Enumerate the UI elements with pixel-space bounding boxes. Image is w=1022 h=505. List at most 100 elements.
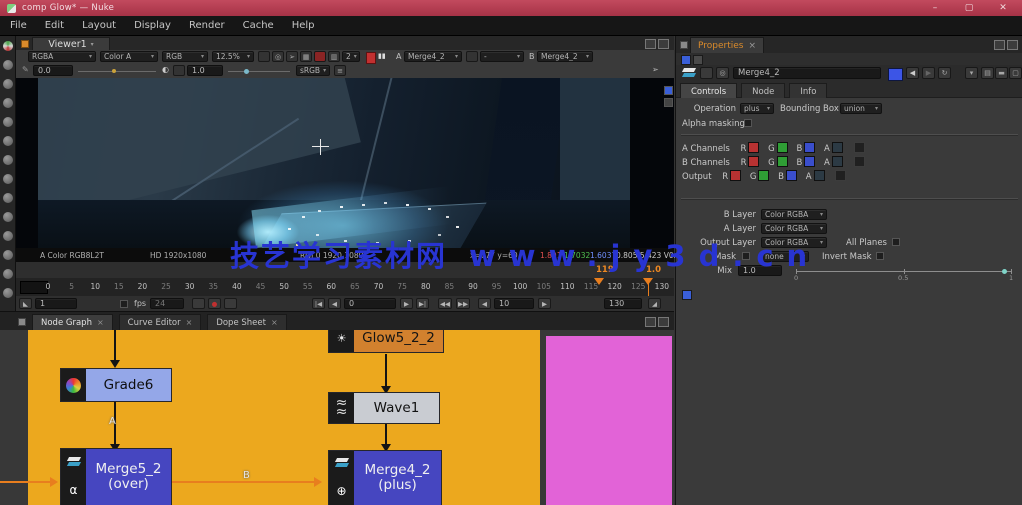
pane-float-icon[interactable] bbox=[1007, 40, 1018, 50]
node-merge4-2[interactable]: ⊕ Merge4_2 (plus) bbox=[328, 450, 442, 505]
menu-item[interactable]: Edit bbox=[45, 20, 64, 31]
mask-checkbox[interactable] bbox=[742, 252, 750, 260]
gain-pencil-icon[interactable]: ✎ bbox=[22, 65, 29, 74]
blue-checkbox[interactable] bbox=[804, 142, 815, 153]
node-wave1[interactable]: ≈≈ Wave1 bbox=[328, 392, 440, 424]
playhead-marker[interactable] bbox=[594, 278, 604, 285]
menu-item[interactable]: Cache bbox=[243, 20, 274, 31]
redo-icon[interactable]: ▶ bbox=[922, 67, 935, 79]
node-grade6[interactable]: Grade6 bbox=[60, 368, 172, 402]
mix-slider-handle[interactable] bbox=[1002, 269, 1007, 274]
close-button[interactable]: ✕ bbox=[990, 2, 1016, 14]
goto-end-button[interactable]: ▶| bbox=[416, 298, 429, 309]
step-back-button[interactable]: ◀ bbox=[478, 298, 491, 309]
node-glow5-2-2[interactable]: ☀ Glow5_2_2 bbox=[328, 330, 444, 353]
close-icon[interactable]: × bbox=[186, 318, 193, 327]
input-a-dropdown[interactable]: Merge4_2▾ bbox=[404, 51, 462, 62]
green-checkbox[interactable] bbox=[777, 142, 788, 153]
nodegraph-canvas[interactable]: A B Grade6 ☀ Glow5_2_2 ≈≈ Wave1 bbox=[0, 330, 674, 505]
toolbar-icon[interactable] bbox=[3, 136, 13, 146]
record-swatch-icon[interactable] bbox=[366, 52, 376, 64]
operation-dropdown[interactable]: plus▾ bbox=[740, 103, 774, 114]
pane-dot-icon[interactable] bbox=[18, 318, 26, 326]
toolbar-icon[interactable] bbox=[3, 41, 13, 51]
green-checkbox[interactable] bbox=[758, 170, 769, 181]
pointer-icon[interactable]: ➢ bbox=[286, 51, 298, 62]
toolbar-icon[interactable] bbox=[3, 212, 13, 222]
stack-icon[interactable]: ▤ bbox=[981, 67, 994, 79]
blue-checkbox[interactable] bbox=[786, 170, 797, 181]
play-forward-button[interactable]: ▶ bbox=[400, 298, 413, 309]
gamma-field[interactable]: 1.0 bbox=[187, 65, 223, 76]
record-icon[interactable]: ● bbox=[208, 298, 221, 309]
close-icon[interactable]: × bbox=[97, 318, 104, 327]
node-merge5-2[interactable]: α Merge5_2 (over) bbox=[60, 448, 172, 505]
tab-properties[interactable]: Properties × bbox=[690, 37, 764, 54]
empty-panel-icon[interactable] bbox=[693, 55, 703, 65]
layer-dropdown[interactable]: RGBA▾ bbox=[28, 51, 96, 62]
pane-dot-icon[interactable] bbox=[680, 41, 688, 49]
extra-checkbox[interactable] bbox=[854, 142, 865, 153]
float-panel-icon[interactable]: ▢ bbox=[1009, 67, 1022, 79]
close-icon[interactable]: × bbox=[748, 41, 756, 51]
alpha-checkbox[interactable] bbox=[814, 170, 825, 181]
extra-checkbox[interactable] bbox=[854, 156, 865, 167]
toolbar-icon[interactable] bbox=[3, 193, 13, 203]
toolbar-icon[interactable] bbox=[3, 98, 13, 108]
step-forward-button[interactable]: ▶ bbox=[538, 298, 551, 309]
channels-dropdown[interactable]: RGB▾ bbox=[162, 51, 208, 62]
resize-corner-icon[interactable]: ◢ bbox=[648, 298, 661, 309]
pause-icon[interactable]: ▮▮ bbox=[378, 52, 386, 60]
red-checkbox[interactable] bbox=[730, 170, 741, 181]
red-checkbox[interactable] bbox=[748, 156, 759, 167]
proxy-toggle-icon[interactable] bbox=[258, 51, 270, 62]
downrez-dropdown[interactable]: 2▾ bbox=[342, 51, 360, 62]
menu-icon[interactable]: ≡ bbox=[334, 65, 346, 76]
red-checkbox[interactable] bbox=[748, 142, 759, 153]
backdrop-magenta[interactable] bbox=[546, 336, 672, 505]
corner-icon[interactable]: ◣ bbox=[19, 298, 32, 309]
toolbar-icon[interactable] bbox=[3, 174, 13, 184]
pane-float-icon[interactable] bbox=[658, 39, 669, 49]
all-planes-checkbox[interactable] bbox=[892, 238, 900, 246]
pane-float-icon[interactable] bbox=[658, 317, 669, 327]
menu-item[interactable]: File bbox=[10, 20, 27, 31]
menu-item[interactable]: Render bbox=[189, 20, 225, 31]
invert-mask-checkbox[interactable] bbox=[876, 252, 884, 260]
gamma-icon[interactable]: ◐ bbox=[162, 65, 169, 74]
properties-tab[interactable]: Info bbox=[789, 83, 827, 99]
frame-increment-field[interactable]: 10 bbox=[494, 298, 534, 309]
menu-item[interactable]: Help bbox=[292, 20, 315, 31]
menu-item[interactable]: Layout bbox=[82, 20, 116, 31]
a-layer-dropdown[interactable]: Color RGBA▾ bbox=[761, 223, 827, 234]
pane-split-icon[interactable] bbox=[645, 39, 656, 49]
toolbar-icon[interactable] bbox=[3, 60, 13, 70]
wipe-mode-dropdown[interactable]: -▾ bbox=[480, 51, 524, 62]
range-end-field[interactable]: 130 bbox=[604, 298, 642, 309]
in-frame-field[interactable]: 1 bbox=[35, 298, 77, 309]
alpha-masking-checkbox[interactable] bbox=[744, 119, 752, 127]
nodegraph-tab[interactable]: Dope Sheet × bbox=[207, 314, 286, 330]
timeline-ruler[interactable]: 0510152025303540455055606570758085909510… bbox=[16, 278, 674, 297]
viewer-side-icon[interactable] bbox=[664, 86, 673, 95]
output-layer-dropdown[interactable]: Color RGBA▾ bbox=[761, 237, 827, 248]
gain-slider[interactable] bbox=[78, 71, 156, 72]
tab-viewer1[interactable]: Viewer1 ▾ bbox=[32, 37, 110, 51]
pin-icon[interactable] bbox=[681, 55, 691, 65]
alpha-checkbox[interactable] bbox=[832, 142, 843, 153]
grid-icon[interactable]: ▦ bbox=[300, 51, 312, 62]
wipe-icon[interactable] bbox=[466, 51, 478, 62]
toolbar-icon[interactable] bbox=[3, 117, 13, 127]
prev-increment-button[interactable]: ◀◀ bbox=[438, 298, 452, 309]
center-icon[interactable]: ◎ bbox=[716, 67, 729, 79]
nodegraph-tab[interactable]: Curve Editor × bbox=[119, 314, 202, 330]
current-frame-field[interactable]: 0 bbox=[344, 298, 396, 309]
viewer-image-area[interactable] bbox=[16, 78, 674, 248]
pane-split-icon[interactable] bbox=[994, 40, 1005, 50]
fps-field[interactable]: 24 bbox=[150, 298, 184, 309]
chevron-down-icon[interactable]: ▾ bbox=[965, 67, 978, 79]
flipbook-icon[interactable] bbox=[224, 298, 237, 309]
realtime-icon[interactable] bbox=[192, 298, 205, 309]
gain-slider-handle[interactable] bbox=[112, 69, 116, 73]
roi-icon[interactable] bbox=[314, 51, 326, 62]
